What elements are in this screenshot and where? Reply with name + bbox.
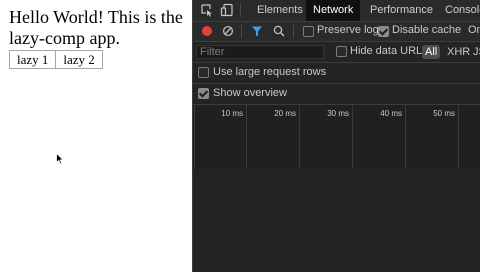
app-heading: Hello World! This is the lazy-comp app.: [9, 7, 183, 48]
large-rows-option: Use large request rows: [193, 63, 480, 84]
timeline-tick-label: 30 ms: [327, 109, 349, 118]
filter-placeholder: Filter: [200, 46, 225, 58]
timeline-gridline: [352, 105, 353, 169]
filter-type-all[interactable]: All: [422, 45, 441, 59]
tab-network[interactable]: Network: [306, 0, 361, 21]
show-overview-checkbox[interactable]: [198, 88, 209, 99]
tab-console[interactable]: Console: [438, 0, 480, 21]
lazy-1-button[interactable]: lazy 1: [9, 50, 57, 69]
lazy-2-button[interactable]: lazy 2: [55, 50, 103, 69]
filter-type-xhr[interactable]: XHR: [447, 46, 470, 59]
search-icon[interactable]: [273, 25, 285, 37]
record-icon[interactable]: [201, 25, 213, 37]
preserve-log-label: Preserve log: [317, 24, 379, 36]
disable-cache-label: Disable cache: [392, 24, 462, 36]
filter-bar: Filter Hide data URLs All XHR JS: [193, 42, 480, 63]
large-rows-label: Use large request rows: [213, 66, 327, 78]
app-page: Hello World! This is the lazy-comp app. …: [0, 0, 192, 272]
toolbar-divider: [293, 25, 294, 38]
timeline-gridline: [246, 105, 247, 169]
device-toolbar-icon[interactable]: [220, 3, 234, 17]
timeline-tick-label: 40 ms: [380, 109, 402, 118]
app-button-group: lazy 1 lazy 2: [9, 50, 103, 69]
timeline-overview[interactable]: 10 ms 20 ms 30 ms 40 ms 50 ms: [193, 104, 480, 170]
timeline-tick-label: 10 ms: [221, 109, 243, 118]
disable-cache-checkbox[interactable]: [378, 26, 389, 37]
timeline-gridline: [194, 105, 195, 169]
network-toolbar: Preserve log Disable cache Online: [193, 22, 480, 42]
clear-icon[interactable]: [222, 25, 234, 37]
inspect-element-icon[interactable]: [200, 3, 214, 17]
mouse-cursor-icon: [56, 153, 64, 165]
timeline-tick-label: 50 ms: [433, 109, 455, 118]
devtools-tabbar: Elements Network Performance Console: [193, 0, 480, 22]
timeline-gridline: [299, 105, 300, 169]
timeline-gridline: [405, 105, 406, 169]
filter-input[interactable]: Filter: [196, 45, 324, 59]
hide-data-urls-label: Hide data URLs: [350, 45, 428, 57]
timeline-tick-label: 20 ms: [274, 109, 296, 118]
hide-data-urls-checkbox[interactable]: [336, 46, 347, 57]
filter-type-js[interactable]: JS: [473, 46, 480, 59]
filter-icon[interactable]: [251, 25, 263, 37]
throttling-select[interactable]: Online: [468, 24, 480, 36]
show-overview-option: Show overview: [193, 84, 480, 104]
devtools-panel: Elements Network Performance Console Pre…: [192, 0, 480, 272]
toolbar-divider: [241, 25, 242, 38]
preserve-log-checkbox[interactable]: [303, 26, 314, 37]
request-list-area: [193, 169, 480, 272]
tab-elements[interactable]: Elements: [250, 0, 310, 21]
tab-performance[interactable]: Performance: [363, 0, 440, 21]
timeline-gridline: [458, 105, 459, 169]
show-overview-label: Show overview: [213, 87, 287, 99]
tabbar-divider: [240, 4, 241, 17]
large-rows-checkbox[interactable]: [198, 67, 209, 78]
